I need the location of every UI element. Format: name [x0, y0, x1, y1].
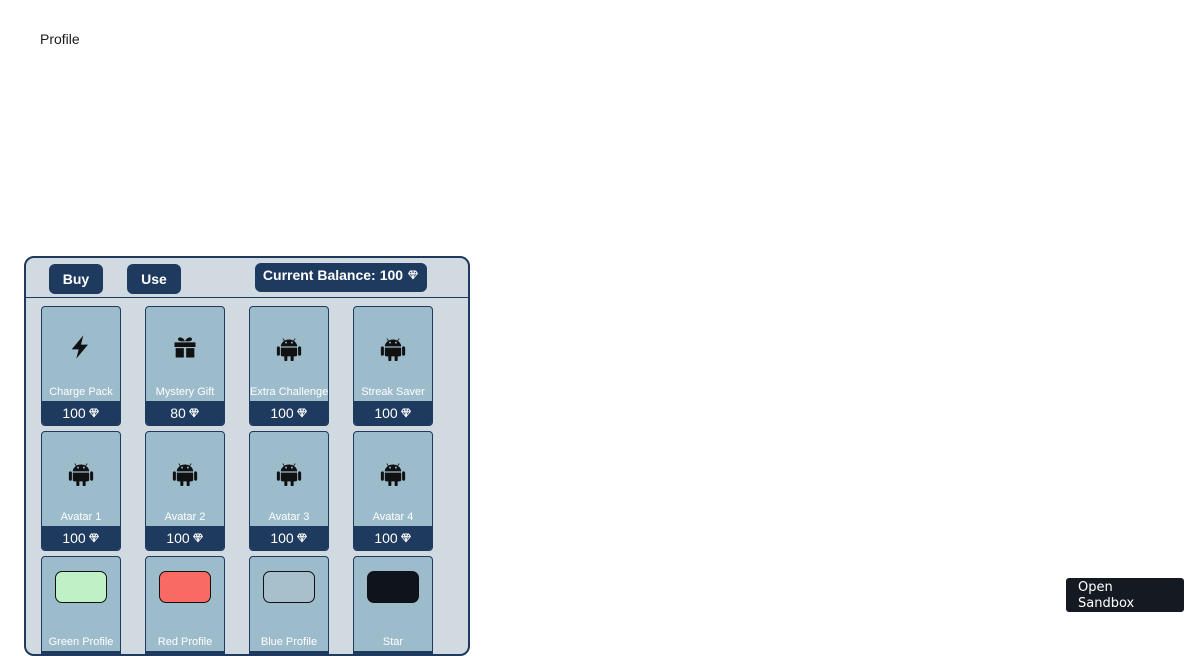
item-price-value: 100 [374, 530, 398, 546]
balance-label: Current Balance: [262, 267, 376, 283]
gem-icon [296, 532, 308, 544]
use-button[interactable]: Use [127, 264, 181, 294]
android-icon [146, 456, 224, 488]
shop-item-extra-challenge[interactable]: Extra Challenge 100 [249, 306, 329, 426]
item-grid: Charge Pack 100 Mystery Gift 80 Extra Ch… [41, 306, 433, 654]
shop-item-blue-profile[interactable]: Blue Profile 100 [249, 556, 329, 654]
shop-item-avatar-2[interactable]: Avatar 2 100 [145, 431, 225, 551]
shop-item-star[interactable]: Star 100 [353, 556, 433, 654]
item-price: 100 [354, 651, 432, 654]
profile-swatch [55, 571, 107, 603]
android-icon [250, 331, 328, 363]
item-price: 100 [250, 651, 328, 654]
gem-icon [400, 407, 412, 419]
gem-icon [192, 532, 204, 544]
item-price-value: 100 [374, 405, 398, 421]
item-price-value: 100 [270, 405, 294, 421]
item-name: Red Profile [157, 636, 213, 648]
item-price: 100 [354, 401, 432, 425]
bolt-icon [42, 331, 120, 363]
buy-button[interactable]: Buy [49, 264, 103, 294]
item-name: Streak Saver [361, 386, 425, 398]
item-price: 100 [250, 526, 328, 550]
item-price-value: 100 [166, 530, 190, 546]
item-name: Avatar 4 [372, 511, 414, 523]
shop-item-mystery-gift[interactable]: Mystery Gift 80 [145, 306, 225, 426]
balance-badge: Current Balance: 100 [255, 263, 427, 292]
item-price: 100 [146, 651, 224, 654]
android-icon [42, 456, 120, 488]
item-name: Green Profile [48, 636, 114, 648]
profile-swatch [367, 571, 419, 603]
gem-icon [400, 532, 412, 544]
shop-item-charge-pack[interactable]: Charge Pack 100 [41, 306, 121, 426]
item-name: Avatar 1 [60, 511, 102, 523]
item-price-value: 100 [62, 405, 86, 421]
shop-header: Buy Use Current Balance: 100 [26, 258, 468, 298]
gem-icon [296, 407, 308, 419]
item-name: Mystery Gift [155, 386, 215, 398]
open-sandbox-button[interactable]: Open Sandbox [1066, 578, 1184, 612]
item-name: Blue Profile [260, 636, 318, 648]
item-name: Extra Challenge [250, 386, 329, 398]
balance-value: 100 [379, 267, 404, 283]
shop-item-avatar-4[interactable]: Avatar 4 100 [353, 431, 433, 551]
item-price: 100 [42, 401, 120, 425]
shop-item-red-profile[interactable]: Red Profile 100 [145, 556, 225, 654]
shop-item-avatar-3[interactable]: Avatar 3 100 [249, 431, 329, 551]
item-name: Avatar 2 [164, 511, 206, 523]
item-name: Charge Pack [49, 386, 113, 398]
android-icon [250, 456, 328, 488]
gem-icon [88, 532, 100, 544]
profile-swatch [263, 571, 315, 603]
item-price: 100 [146, 526, 224, 550]
profile-swatch [159, 571, 211, 603]
item-price: 100 [250, 401, 328, 425]
item-price: 100 [354, 526, 432, 550]
gem-icon [407, 267, 419, 283]
gem-icon [88, 407, 100, 419]
shop-item-green-profile[interactable]: Green Profile 100 [41, 556, 121, 654]
android-icon [354, 331, 432, 363]
item-price-value: 80 [170, 405, 186, 421]
item-price: 100 [42, 651, 120, 654]
item-price-value: 100 [62, 530, 86, 546]
shop-panel: Buy Use Current Balance: 100 Charge Pack… [24, 256, 470, 656]
gift-icon [146, 331, 224, 363]
item-price: 100 [42, 526, 120, 550]
gem-icon [188, 407, 200, 419]
profile-link[interactable]: Profile [40, 31, 80, 47]
item-price: 80 [146, 401, 224, 425]
item-name: Avatar 3 [268, 511, 310, 523]
shop-item-streak-saver[interactable]: Streak Saver 100 [353, 306, 433, 426]
item-name: Star [382, 636, 404, 648]
shop-item-avatar-1[interactable]: Avatar 1 100 [41, 431, 121, 551]
android-icon [354, 456, 432, 488]
item-price-value: 100 [270, 530, 294, 546]
